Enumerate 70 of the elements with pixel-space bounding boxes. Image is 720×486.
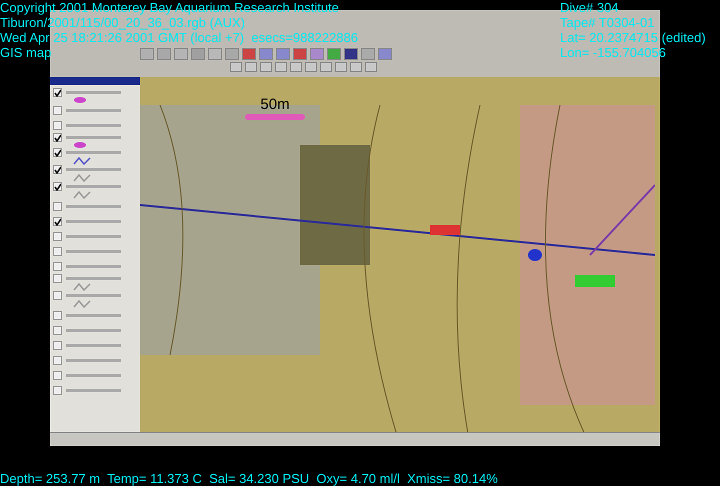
toolbar-button-icon[interactable] (290, 62, 302, 72)
layer-checkbox[interactable] (53, 371, 62, 380)
layer-checkbox[interactable] (53, 341, 62, 350)
blurred-label-drawing (66, 136, 121, 139)
layer-checkbox[interactable] (53, 311, 62, 320)
layer-checkbox[interactable] (53, 202, 62, 211)
scale-label: 50m (260, 97, 290, 112)
blurred-label-drawing (66, 235, 121, 238)
layer-checkbox[interactable] (53, 386, 62, 395)
layer-checkbox[interactable] (53, 121, 62, 130)
blurred-label-drawing (66, 314, 121, 317)
layer-checkbox[interactable] (53, 247, 62, 256)
telemetry-text: Depth= 253.77 m Temp= 11.373 C Sal= 34.230 PSU Oxy= 4.70 ml/l Xmiss= 80.14% (0, 471, 498, 486)
blurred-label-drawing (66, 109, 121, 112)
layer-checkbox[interactable] (53, 217, 62, 226)
overlay-text: Tape# T0304-01 (560, 15, 654, 30)
toolbar-button-icon[interactable] (260, 62, 272, 72)
blurred-label-drawing (66, 344, 121, 347)
toolbar-button-icon[interactable] (293, 48, 307, 60)
toolbar-button-icon[interactable] (157, 48, 171, 60)
layer-checkbox[interactable] (53, 148, 62, 157)
toolbar-button-icon[interactable] (140, 48, 154, 60)
layer-checkbox[interactable] (53, 232, 62, 241)
blurred-label-drawing (66, 374, 121, 377)
blurred-label-drawing (66, 220, 121, 223)
blurred-label-drawing (66, 185, 121, 188)
checkmark-icon (54, 166, 61, 174)
layer-checkbox[interactable] (53, 106, 62, 115)
blurred-label-drawing (66, 294, 121, 297)
toolbar-button-icon[interactable] (350, 62, 362, 72)
blurred-label-drawing (66, 329, 121, 332)
blurred-label-drawing (66, 250, 121, 253)
toolbar-button-icon[interactable] (365, 62, 377, 72)
blurred-label-drawing (66, 91, 121, 94)
toolbar-button-icon[interactable] (361, 48, 375, 60)
toolbar-button-icon[interactable] (174, 48, 188, 60)
checkmark-icon (54, 88, 61, 96)
toolbar-button-icon[interactable] (344, 48, 358, 60)
blurred-label-drawing (66, 277, 121, 280)
overlay-text: Lat= 20.2374715 (edited) (560, 30, 706, 45)
toolbar-button-icon[interactable] (320, 62, 332, 72)
blurred-label-drawing (66, 168, 121, 171)
toolbar-button-icon[interactable] (305, 62, 317, 72)
layer-checkbox[interactable] (53, 133, 62, 142)
layer-checkbox[interactable] (53, 326, 62, 335)
toolbar-button-icon[interactable] (335, 62, 347, 72)
layer-checkbox[interactable] (53, 165, 62, 174)
blurred-label-drawing (66, 359, 121, 362)
layer-checkbox[interactable] (53, 182, 62, 191)
blurred-label-drawing (66, 151, 121, 154)
layer-checkbox[interactable] (53, 356, 62, 365)
checkmark-icon (54, 182, 61, 190)
overlay-text: Wed Apr 25 18:21:26 2001 GMT (local +7) esecs=988222886 (0, 30, 358, 45)
blurred-label-drawing (66, 389, 121, 392)
layer-checkbox[interactable] (53, 88, 62, 97)
layer-checkbox[interactable] (53, 262, 62, 271)
layer-checkbox[interactable] (53, 274, 62, 283)
toolbar-button-icon[interactable] (208, 48, 222, 60)
toolbar-button-icon[interactable] (225, 48, 239, 60)
toolbar-button-icon[interactable] (230, 62, 242, 72)
toolbar-button-icon[interactable] (275, 62, 287, 72)
toolbar-button-icon[interactable] (191, 48, 205, 60)
checkmark-icon (54, 218, 61, 226)
blurred-label-drawing (66, 205, 121, 208)
toolbar-button-icon[interactable] (245, 62, 257, 72)
scale-bar (245, 114, 305, 120)
blurred-label-drawing (66, 265, 121, 268)
toolbar-button-icon[interactable] (242, 48, 256, 60)
layer-checkbox[interactable] (53, 291, 62, 300)
blurred-label-drawing (66, 124, 121, 127)
